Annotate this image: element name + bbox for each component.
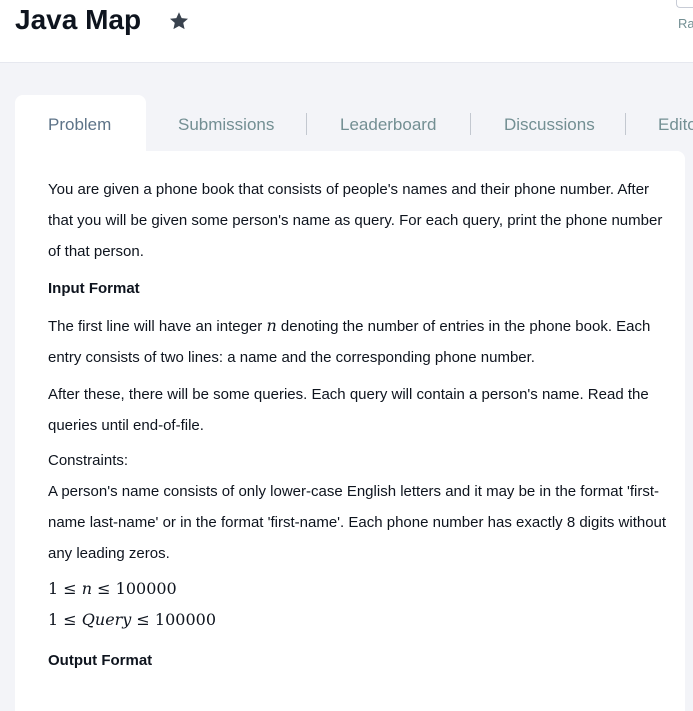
tab-divider	[625, 113, 626, 135]
tab-divider	[470, 113, 471, 135]
corner-icon	[676, 0, 693, 8]
constraints-heading: Constraints:	[48, 452, 129, 469]
problem-tabs: Problem Submissions Leaderboard Discussi…	[15, 95, 693, 153]
tab-editorial[interactable]: Edito	[658, 95, 693, 153]
constraint-query: 1 ≤ Query ≤ 100000	[48, 610, 216, 629]
tab-leaderboard[interactable]: Leaderboard	[340, 95, 436, 153]
constraint-n: 1 ≤ n ≤ 100000	[48, 579, 177, 598]
tab-problem[interactable]: Problem	[15, 95, 146, 153]
corner-label[interactable]: Ra	[678, 16, 693, 31]
problem-statement: You are given a phone book that consists…	[48, 174, 668, 676]
constraints-text: A person's name consists of only lower-c…	[48, 483, 667, 562]
page-title: Java Map	[15, 4, 142, 35]
input-variable: n	[266, 316, 277, 335]
input-text-pre: The first line will have an integer	[48, 318, 267, 335]
output-format-heading: Output Format	[48, 652, 153, 669]
input-format-heading: Input Format	[48, 280, 140, 297]
tab-discussions[interactable]: Discussions	[504, 95, 595, 153]
problem-intro: You are given a phone book that consists…	[48, 181, 663, 260]
tab-submissions[interactable]: Submissions	[178, 95, 274, 153]
star-icon[interactable]	[168, 10, 190, 32]
tab-divider	[306, 113, 307, 135]
input-format-text: The first line will have an integer n de…	[48, 310, 668, 373]
page-header: Java Map Ra	[0, 0, 693, 63]
input-queries-text: After these, there will be some queries.…	[48, 386, 649, 434]
